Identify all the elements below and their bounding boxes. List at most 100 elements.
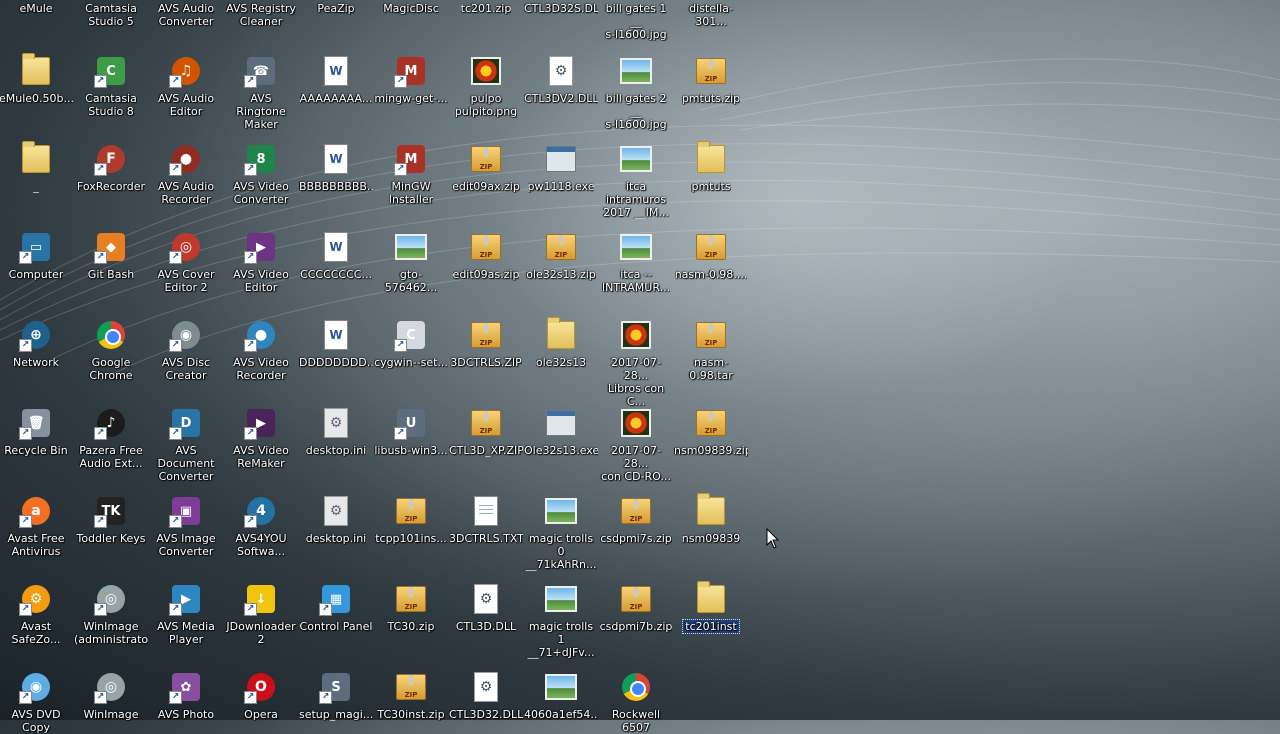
desktop-icon[interactable]: M MinGW Installer bbox=[374, 142, 448, 206]
desktop-icon[interactable]: ◉ AVS Disc Creator bbox=[149, 318, 223, 382]
desktop-icon[interactable]: gto-576462... bbox=[374, 230, 448, 294]
desktop-icon[interactable]: ZIP csdpmi7b.zip bbox=[599, 582, 673, 633]
desktop-icon[interactable]: pmtuts bbox=[674, 141, 748, 193]
desktop-icon[interactable]: ● AVS Video Recorder bbox=[224, 318, 298, 382]
desktop-icon[interactable]: ZIPdistella-301... bbox=[674, 0, 748, 28]
desktop-icon[interactable]: 3DCTRLS.TXT bbox=[449, 494, 523, 545]
desktop-icon[interactable]: ↓ JDownloader 2 bbox=[224, 582, 298, 646]
desktop-icon[interactable]: ♫ AVS Audio Editor bbox=[149, 54, 223, 118]
desktop-icon[interactable]: 4 AVS4YOU Softwa... bbox=[224, 494, 298, 558]
desktop-icon[interactable]: ▭ Computer bbox=[0, 230, 73, 281]
desktop-icon[interactable]: a Avast Free Antivirus bbox=[0, 494, 73, 558]
desktop-icon[interactable]: PPeaZip bbox=[299, 0, 373, 15]
desktop-icon[interactable]: pw1118.exe bbox=[524, 142, 598, 193]
desktop-icon-label: Rockwell 6507 bbox=[611, 708, 661, 734]
desktop-icon[interactable]: 2017-07-28... Libros con C... bbox=[599, 318, 673, 408]
desktop-icon[interactable]: ZIP pmtuts.zip bbox=[674, 54, 748, 105]
desktop-icon[interactable]: ZIP nasm-0.98.... bbox=[674, 230, 748, 281]
desktop-icon[interactable]: ⚙ Avast SafeZo... bbox=[0, 582, 73, 646]
desktop-icon[interactable]: ◎ WinImage bbox=[74, 670, 148, 721]
document-icon: W bbox=[319, 318, 353, 352]
desktop-icon-label: nsm09839 bbox=[681, 532, 741, 545]
desktop-icon[interactable]: ◉ AVS DVD Copy bbox=[0, 670, 73, 734]
desktop-icon[interactable]: W AAAAAAAA... bbox=[299, 54, 373, 105]
desktop-icon[interactable]: ▦ Control Panel bbox=[299, 582, 373, 633]
desktop-icon[interactable]: ☎ AVS Ringtone Maker bbox=[224, 54, 298, 131]
desktop-icon[interactable]: Ulibusb-win3... bbox=[374, 406, 448, 457]
desktop-icon[interactable]: Google Chrome bbox=[74, 318, 148, 382]
desktop-icon[interactable]: F FoxRecorder bbox=[74, 142, 148, 193]
desktop-icon[interactable]: ZIP ole32s13.zip bbox=[524, 230, 598, 281]
desktop-icon[interactable]: 4060a1ef54... bbox=[524, 670, 598, 721]
desktop-icon[interactable]: ZIP nsm09839.zip bbox=[674, 406, 748, 457]
desktop-icon[interactable]: ♪AVS Audio Converter bbox=[149, 0, 223, 28]
app-icon: ♫ bbox=[169, 54, 203, 88]
desktop-icon[interactable]: itca intramuros 2017 __IM... bbox=[599, 142, 673, 219]
desktop-icon[interactable]: ⚙ desktop.ini bbox=[299, 406, 373, 457]
desktop-icon-label: pulpo pulpito.png bbox=[454, 92, 518, 118]
desktop-icon[interactable]: ole32s13 bbox=[524, 317, 598, 369]
desktop-icon[interactable]: ✿ AVS Photo bbox=[149, 670, 223, 721]
desktop-icon[interactable]: Rockwell 6507 bbox=[599, 670, 673, 734]
desktop-icon[interactable]: ZIP tcpp101ins... bbox=[374, 494, 448, 545]
desktop-icon[interactable]: ZIP TC30inst.zip bbox=[374, 670, 448, 721]
desktop-icon[interactable]: ▣ AVS Image Converter bbox=[149, 494, 223, 558]
desktop-icon[interactable]: ⚙CTL3D32S.DLL bbox=[524, 0, 598, 15]
desktop-icon[interactable]: ◉MagicDisc bbox=[374, 0, 448, 15]
desktop-icon[interactable]: W DDDDDDDD... bbox=[299, 318, 373, 369]
desktop-icon[interactable]: ⊕ Network bbox=[0, 318, 73, 369]
desktop-icon[interactable]: ◎ AVS Cover Editor 2 bbox=[149, 230, 223, 294]
desktop-icon[interactable]: ▶ AVS Video Editor bbox=[224, 230, 298, 294]
desktop-icon[interactable]: magic trolls 0 __71kAhRn... bbox=[524, 494, 598, 571]
desktop-icon[interactable]: TK Toddler Keys bbox=[74, 494, 148, 545]
desktop-icon[interactable]: C Camtasia Studio 8 bbox=[74, 54, 148, 118]
desktop-icon[interactable]: ZIP nasm-0.98.tar bbox=[674, 318, 748, 382]
desktop-icon[interactable]: W CCCCCCCC... bbox=[299, 230, 373, 281]
desktop-icon[interactable]: 2017-07-28... con CD-RO... bbox=[599, 406, 673, 483]
desktop-icon[interactable]: ▶ AVS Media Player bbox=[149, 582, 223, 646]
settings-file-icon: ⚙ bbox=[319, 494, 353, 528]
desktop-icon[interactable]: ◎ WinImage (administrator) bbox=[74, 582, 148, 646]
desktop-icon[interactable]: magic trolls 1 __71+dJFv... bbox=[524, 582, 598, 659]
desktop-icon[interactable]: ZIP CTL3D_XP.ZIP bbox=[449, 406, 523, 457]
desktop-icon[interactable]: ◆ Git Bash bbox=[74, 230, 148, 281]
desktop-icon[interactable]: _ bbox=[0, 141, 73, 193]
desktop-icon[interactable]: ZIP edit09ax.zip bbox=[449, 142, 523, 193]
desktop-icon[interactable]: Ccygwin--set... bbox=[374, 318, 448, 369]
desktop-icon-label: TC30inst.zip bbox=[377, 708, 445, 721]
desktop-icon[interactable]: Mmingw-get-... bbox=[374, 54, 448, 105]
desktop-icon[interactable]: CCamtasia Studio 5 bbox=[74, 0, 148, 28]
desktop-icon[interactable]: ● AVS Audio Recorder bbox=[149, 142, 223, 206]
desktop-icon[interactable]: ⚙ desktop.ini bbox=[299, 494, 373, 545]
desktop-icon[interactable]: bill gates 2 __ s-l1600.jpg bbox=[599, 54, 673, 131]
desktop-icon[interactable]: RAVS Registry Cleaner bbox=[224, 0, 298, 28]
desktop-icon[interactable]: ⚙ CTL3D.DLL bbox=[449, 582, 523, 633]
desktop-icon[interactable]: nsm09839 bbox=[674, 493, 748, 545]
app-icon: ▶ bbox=[169, 582, 203, 616]
desktop-icon[interactable]: ZIPtc201.zip bbox=[449, 0, 523, 15]
desktop-icon[interactable]: itca -- INTRAMUR... bbox=[599, 230, 673, 294]
desktop-icon-label: AVS Video ReMaker bbox=[233, 444, 289, 470]
desktop-icon[interactable]: O Opera bbox=[224, 670, 298, 721]
desktop-icon[interactable]: ZIP 3DCTRLS.ZIP bbox=[449, 318, 523, 369]
desktop-icon-label: CTL3DV2.DLL bbox=[524, 92, 598, 105]
desktop-icon[interactable]: Ssetup_magi... bbox=[299, 670, 373, 721]
desktop-icon[interactable]: pulpo pulpito.png bbox=[449, 54, 523, 118]
desktop-icon[interactable]: ZIP csdpmi7s.zip bbox=[599, 494, 673, 545]
desktop-icon-label: AVS Ringtone Maker bbox=[236, 92, 286, 131]
desktop-icon[interactable]: eeMule bbox=[0, 0, 73, 15]
desktop-icon[interactable]: ♪ Pazera Free Audio Ext... bbox=[74, 406, 148, 470]
desktop-icon[interactable]: tc201inst bbox=[674, 581, 748, 634]
desktop-icon[interactable]: ZIP TC30.zip bbox=[374, 582, 448, 633]
desktop-icon[interactable]: ⚙ CTL3DV2.DLL bbox=[524, 54, 598, 105]
desktop-icon[interactable]: eMule0.50b... bbox=[0, 53, 73, 105]
desktop-icon[interactable]: ▶ AVS Video ReMaker bbox=[224, 406, 298, 470]
desktop-icon[interactable]: D AVS Document Converter bbox=[149, 406, 223, 483]
desktop-icon[interactable]: ZIP edit09as.zip bbox=[449, 230, 523, 281]
desktop-icon[interactable]: bill gates 1 __ s-l1600.jpg bbox=[599, 0, 673, 41]
desktop-icon[interactable]: 🗑 Recycle Bin bbox=[0, 406, 73, 457]
desktop-icon[interactable]: 8 AVS Video Converter bbox=[224, 142, 298, 206]
desktop-icon[interactable]: Ole32s13.exe bbox=[524, 406, 598, 457]
desktop-icon[interactable]: ⚙ CTL3D32.DLL bbox=[449, 670, 523, 721]
desktop-icon[interactable]: W BBBBBBBBB... bbox=[299, 142, 373, 193]
